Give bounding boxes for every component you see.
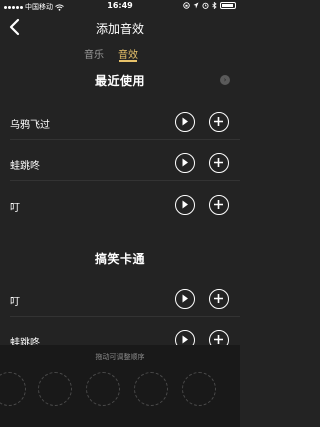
list-item: 乌鸦飞过 [0, 104, 240, 140]
play-icon [182, 200, 188, 209]
row-divider [10, 180, 240, 181]
plus-icon [214, 158, 223, 167]
play-button[interactable] [175, 112, 195, 132]
empty-slot[interactable] [0, 372, 26, 406]
section-title-funny-cartoon: 搞笑卡通 [94, 252, 145, 266]
row-divider [10, 316, 240, 317]
add-button[interactable] [209, 289, 229, 309]
add-button[interactable] [209, 112, 229, 132]
plus-icon [214, 200, 223, 209]
tab-bar: 音乐 音效 [0, 44, 240, 64]
chevron-right-icon[interactable]: › [220, 75, 230, 85]
play-button[interactable] [175, 195, 195, 215]
section-title-recent: 最近使用 [94, 74, 145, 88]
play-icon [182, 158, 188, 167]
bluetooth-icon [212, 2, 217, 9]
empty-slot[interactable] [134, 372, 168, 406]
lock-rotation-icon [183, 2, 190, 9]
add-button[interactable] [209, 195, 229, 215]
sound-name: 叮 [10, 297, 20, 308]
empty-slot[interactable] [38, 372, 72, 406]
location-icon [193, 2, 199, 9]
list-item: 蛙跳咚 [0, 145, 240, 181]
plus-icon [214, 294, 223, 303]
bottom-panel: 拖动可调整顺序 [0, 345, 240, 427]
row-divider [10, 139, 240, 140]
battery-icon [220, 2, 236, 9]
sound-name: 乌鸦飞过 [10, 120, 50, 131]
plus-icon [214, 117, 223, 126]
tab-sound-effects[interactable]: 音效 [118, 46, 138, 61]
empty-slot[interactable] [86, 372, 120, 406]
alarm-icon [202, 2, 209, 9]
page-title: 添加音效 [95, 22, 144, 36]
add-button[interactable] [209, 153, 229, 173]
tab-music[interactable]: 音乐 [84, 46, 104, 61]
list-item: 叮 [0, 281, 240, 317]
active-tab-indicator [119, 60, 137, 62]
play-icon [182, 294, 188, 303]
nav-bar: 添加音效 [0, 13, 240, 41]
list-item: 叮 [0, 187, 240, 223]
status-right [183, 2, 236, 9]
play-button[interactable] [175, 153, 195, 173]
play-icon [182, 117, 188, 126]
sound-name: 蛙跳咚 [10, 161, 40, 172]
reorder-hint: 拖动可调整顺序 [95, 353, 145, 361]
sound-name: 叮 [10, 203, 20, 214]
play-button[interactable] [175, 289, 195, 309]
empty-slot[interactable] [182, 372, 216, 406]
status-bar: 中国移动 16:49 [0, 0, 240, 13]
